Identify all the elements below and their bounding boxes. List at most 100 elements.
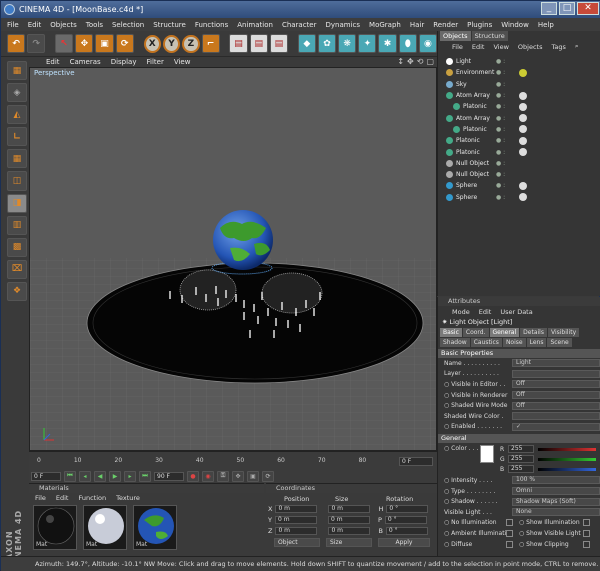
- tab-objects[interactable]: Objects: [440, 31, 471, 41]
- material-tag-icon[interactable]: [519, 58, 527, 66]
- channel-value-field[interactable]: 255: [508, 445, 534, 454]
- sculpt-mode-icon[interactable]: ❖: [7, 281, 27, 302]
- material-tag-icon[interactable]: [519, 68, 527, 77]
- object-list-item[interactable]: Sphere ● :: [444, 192, 600, 203]
- flag-checkbox[interactable]: [506, 519, 513, 527]
- tab-structure[interactable]: Structure: [471, 31, 508, 41]
- visibility-dots-icon[interactable]: ● :: [496, 69, 505, 76]
- attributes-menu-edit[interactable]: Edit: [479, 308, 492, 316]
- visibility-dots-icon[interactable]: ● :: [496, 58, 505, 65]
- viewport-menu-display[interactable]: Display: [111, 58, 137, 66]
- attr-tab-visibility[interactable]: Visibility: [547, 328, 580, 337]
- record-key-icon[interactable]: ●: [187, 470, 199, 482]
- nurbs-tool-icon[interactable]: ❋: [338, 34, 357, 53]
- x-axis-lock-button[interactable]: X: [143, 34, 161, 53]
- max-frame-field[interactable]: 90 F: [154, 471, 184, 481]
- attribute-value-field[interactable]: ✓: [512, 422, 600, 431]
- attribute-value-field[interactable]: [512, 369, 600, 378]
- color-swatch[interactable]: [480, 445, 494, 464]
- object-list-item[interactable]: Sky ● :: [444, 79, 600, 90]
- attr-tab-details[interactable]: Details: [520, 328, 547, 337]
- play-backward-icon[interactable]: ◀: [94, 470, 106, 482]
- autokey-icon[interactable]: ◉: [202, 470, 214, 482]
- menu-window[interactable]: Window: [501, 21, 529, 29]
- move-tool-icon[interactable]: ✥: [75, 34, 94, 53]
- undo-icon[interactable]: ↶: [7, 34, 26, 53]
- attribute-value-field[interactable]: Off: [512, 380, 600, 389]
- flag-checkbox[interactable]: [583, 540, 590, 548]
- polygons-mode-icon[interactable]: ◨: [7, 193, 27, 213]
- menu-character[interactable]: Character: [282, 21, 317, 29]
- coordinate-system-icon[interactable]: ⌐: [201, 34, 220, 53]
- visibility-dots-icon[interactable]: ● :: [496, 81, 505, 88]
- rotation-h-field[interactable]: 0 °: [386, 505, 429, 513]
- visibility-dots-icon[interactable]: ● :: [496, 149, 505, 156]
- menu-render[interactable]: Render: [433, 21, 458, 29]
- material-tag-icon[interactable]: [519, 91, 527, 100]
- position-z-field[interactable]: 0 m: [275, 527, 318, 535]
- go-to-start-icon[interactable]: ⏮: [64, 470, 76, 482]
- make-editable-icon[interactable]: ▦: [7, 61, 27, 81]
- visibility-dots-icon[interactable]: ● :: [496, 194, 505, 201]
- materials-menu-file[interactable]: File: [35, 494, 46, 502]
- pan-view-icon[interactable]: ↕: [397, 57, 404, 66]
- viewport-menu-cameras[interactable]: Cameras: [70, 58, 101, 66]
- scene-tool-icon[interactable]: ⬮: [398, 34, 417, 53]
- material-tag-icon[interactable]: [519, 193, 527, 202]
- viewport-menu-edit[interactable]: Edit: [46, 58, 60, 66]
- visibility-dots-icon[interactable]: ● :: [496, 137, 505, 144]
- rotate-tool-icon[interactable]: ⟳: [115, 34, 134, 53]
- viewport-menu-filter[interactable]: Filter: [147, 58, 164, 66]
- attributes-menu-user-data[interactable]: User Data: [500, 308, 532, 316]
- materials-menu-texture[interactable]: Texture: [116, 494, 140, 502]
- maximize-button[interactable]: □: [559, 2, 575, 15]
- attr-tab-noise[interactable]: Noise: [502, 338, 526, 347]
- visibility-dots-icon[interactable]: ● :: [496, 115, 505, 122]
- object-list-item[interactable]: Environment ● :: [444, 67, 600, 78]
- flag-checkbox[interactable]: [506, 529, 513, 537]
- z-axis-lock-button[interactable]: Z: [182, 34, 200, 53]
- objects-menu-view[interactable]: View: [493, 43, 508, 51]
- rotation-b-field[interactable]: 0 °: [385, 527, 428, 535]
- object-list-item[interactable]: Platonic ● :: [444, 124, 600, 135]
- menu-plugins[interactable]: Plugins: [467, 21, 492, 29]
- apply-button[interactable]: Apply: [378, 538, 430, 547]
- object-list-item[interactable]: Atom Array ● :: [444, 112, 600, 123]
- size-x-field[interactable]: 0 m: [328, 505, 371, 513]
- flag-checkbox[interactable]: [583, 529, 590, 537]
- size-z-field[interactable]: 0 m: [328, 527, 371, 535]
- visibility-dots-icon[interactable]: ● :: [496, 182, 505, 189]
- visibility-dots-icon[interactable]: ● :: [496, 171, 505, 178]
- material-tag-icon[interactable]: [519, 125, 527, 134]
- material-tag-icon[interactable]: [519, 136, 527, 145]
- render-view-icon[interactable]: ▤: [229, 34, 248, 53]
- attr-tab-lens[interactable]: Lens: [526, 338, 547, 347]
- current-frame-field[interactable]: 0 F: [31, 471, 61, 481]
- toggle-view-icon[interactable]: ▢: [426, 57, 434, 66]
- channel-slider[interactable]: [538, 447, 596, 451]
- flag-checkbox[interactable]: [583, 519, 590, 527]
- menu-selection[interactable]: Selection: [112, 21, 144, 29]
- attributes-menu-mode[interactable]: Mode: [452, 308, 470, 316]
- attribute-value-field[interactable]: Off: [512, 391, 600, 400]
- objects-menu-file[interactable]: File: [452, 43, 463, 51]
- y-axis-lock-button[interactable]: Y: [162, 34, 181, 53]
- visibility-dots-icon[interactable]: ● :: [496, 126, 505, 133]
- menu-dynamics[interactable]: Dynamics: [326, 21, 361, 29]
- objects-menu-objects[interactable]: Objects: [518, 43, 543, 51]
- scale-key-icon[interactable]: ▣: [247, 470, 259, 482]
- basic-properties-header[interactable]: Basic Properties: [438, 349, 600, 358]
- objects-menu-edit[interactable]: Edit: [472, 43, 485, 51]
- go-to-end-icon[interactable]: ⏭: [139, 470, 151, 482]
- menu-animation[interactable]: Animation: [237, 21, 273, 29]
- play-forward-icon[interactable]: ▶: [109, 470, 121, 482]
- viewport-menu-view[interactable]: View: [174, 58, 191, 66]
- cube-primitive-icon[interactable]: ◆: [297, 34, 316, 53]
- object-list-item[interactable]: Null Object ● :: [444, 169, 600, 180]
- attr-tab-scene[interactable]: Scene: [547, 338, 572, 347]
- attr-tab-general[interactable]: General: [489, 328, 520, 337]
- timeline[interactable]: 0102030405060708090 0 F: [29, 451, 437, 469]
- material-swatch-black[interactable]: Mat: [33, 505, 77, 550]
- object-list-item[interactable]: Platonic ● :: [444, 135, 600, 146]
- move-view-icon[interactable]: ✥: [407, 57, 414, 66]
